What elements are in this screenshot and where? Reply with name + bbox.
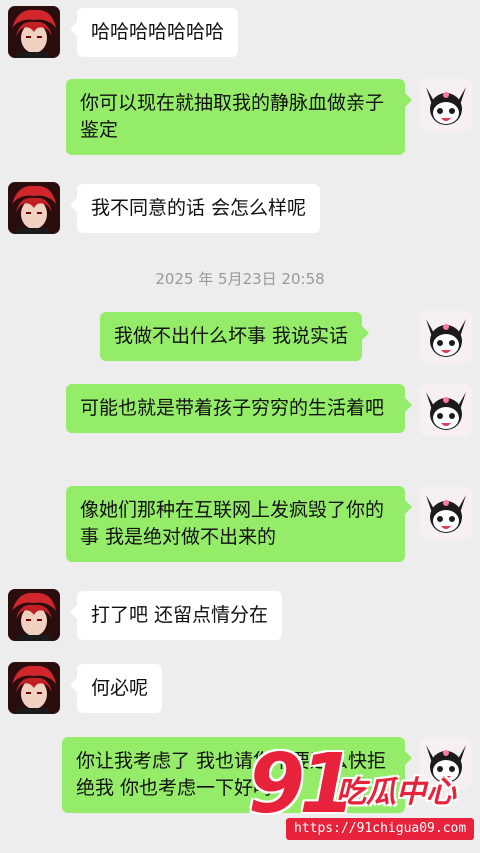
watermark-name: 吃瓜中心 <box>336 775 456 810</box>
self-avatar[interactable] <box>420 384 472 436</box>
watermark-url: https://91chigua09.com <box>286 818 475 840</box>
message-bubble-incoming[interactable]: 我不同意的话 会怎么样呢 <box>69 184 321 233</box>
self-avatar[interactable] <box>420 311 472 363</box>
message-bubble-outgoing[interactable]: 我做不出什么坏事 我说实话 <box>100 312 370 361</box>
message-bubble-incoming[interactable]: 何必呢 <box>69 664 163 713</box>
contact-avatar[interactable] <box>8 182 60 234</box>
self-avatar[interactable] <box>420 79 472 131</box>
message-bubble-incoming[interactable]: 打了吧 还留点情分在 <box>69 591 283 640</box>
self-avatar[interactable] <box>420 487 472 539</box>
site-watermark: 91 吃瓜中心 https://91chigua09.com <box>242 740 475 848</box>
contact-avatar[interactable] <box>8 662 60 714</box>
contact-avatar[interactable] <box>8 6 60 58</box>
message-bubble-outgoing[interactable]: 你可以现在就抽取我的静脉血做亲子鉴定 <box>66 79 412 155</box>
message-bubble-outgoing[interactable]: 像她们那种在互联网上发疯毁了你的事 我是绝对做不出来的 <box>66 486 412 562</box>
message-timestamp: 2025 年 5月23日 20:58 <box>155 270 325 288</box>
watermark-number: 91 <box>248 737 356 832</box>
contact-avatar[interactable] <box>8 589 60 641</box>
message-bubble-outgoing[interactable]: 可能也就是带着孩子穷穷的生活着吧 <box>66 384 412 433</box>
message-bubble-incoming[interactable]: 哈哈哈哈哈哈哈 <box>69 8 239 57</box>
